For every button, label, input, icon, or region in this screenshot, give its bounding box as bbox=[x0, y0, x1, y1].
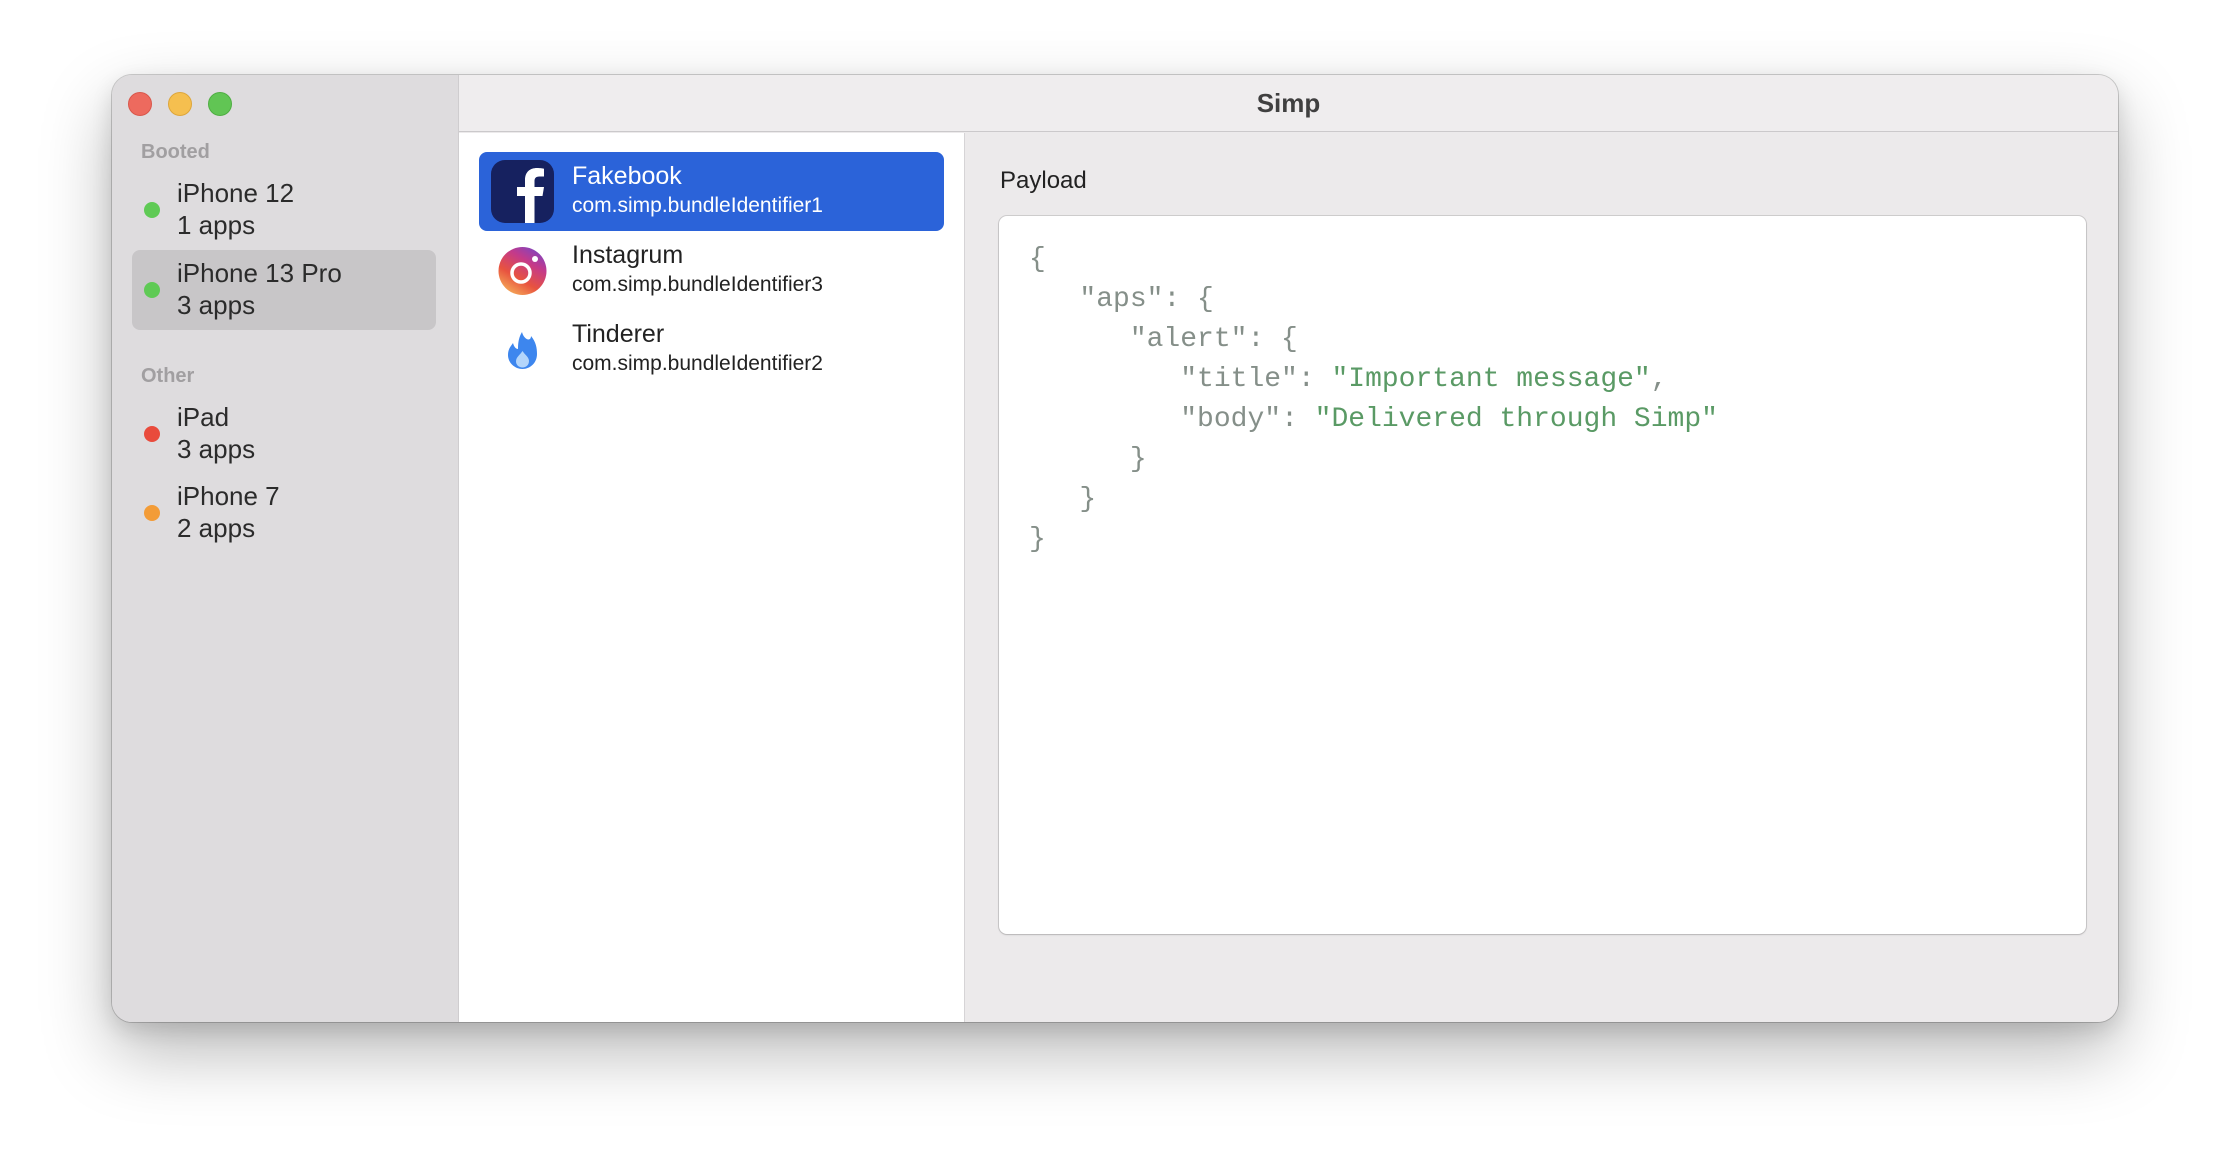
payload-line: "alert": { bbox=[1029, 320, 2086, 360]
payload-pane: Payload { "aps": { "alert": { "title": "… bbox=[966, 133, 2118, 1022]
json-punctuation: : { bbox=[1247, 324, 1298, 355]
device-name: iPhone 12 bbox=[177, 178, 295, 208]
json-punctuation: : bbox=[1297, 364, 1332, 395]
json-punctuation: , bbox=[1650, 364, 1668, 395]
app-row-tinderer[interactable]: Tinderer com.simp.bundleIdentifier2 bbox=[479, 310, 944, 389]
payload-label: Payload bbox=[1000, 167, 1087, 194]
app-name: Instagrum bbox=[572, 241, 684, 269]
status-dot-icon bbox=[144, 505, 160, 521]
payload-line: { bbox=[1029, 240, 2086, 280]
json-punctuation: : { bbox=[1163, 284, 1214, 315]
section-header-other: Other bbox=[141, 365, 195, 387]
device-name: iPhone 7 bbox=[177, 481, 280, 511]
payload-line: "body": "Delivered through Simp" bbox=[1029, 400, 2086, 440]
payload-line: } bbox=[1029, 440, 2086, 480]
title-bar: Simp bbox=[459, 75, 2118, 132]
app-bundle-id: com.simp.bundleIdentifier2 bbox=[572, 352, 823, 375]
status-dot-icon bbox=[144, 282, 160, 298]
flame-icon bbox=[508, 332, 537, 369]
json-string-value: "Important message" bbox=[1331, 364, 1651, 395]
device-row-ipad[interactable]: iPad 3 apps bbox=[132, 394, 436, 474]
status-dot-icon bbox=[144, 202, 160, 218]
facebook-icon bbox=[491, 160, 554, 223]
minimize-window-button[interactable] bbox=[168, 92, 192, 116]
json-punctuation: { bbox=[1029, 244, 1046, 275]
device-row-iphone-13-pro[interactable]: iPhone 13 Pro 3 apps bbox=[132, 250, 436, 330]
device-app-count: 1 apps bbox=[177, 210, 256, 240]
payload-line: "aps": { bbox=[1029, 280, 2086, 320]
app-bundle-id: com.simp.bundleIdentifier1 bbox=[572, 194, 823, 217]
json-key: "aps" bbox=[1079, 284, 1164, 315]
app-name: Tinderer bbox=[572, 320, 665, 348]
payload-line: "title": "Important message", bbox=[1029, 360, 2086, 400]
json-key: "alert" bbox=[1129, 324, 1248, 355]
payload-line: } bbox=[1029, 520, 2086, 560]
app-bundle-id: com.simp.bundleIdentifier3 bbox=[572, 273, 823, 296]
payload-line: } bbox=[1029, 480, 2086, 520]
device-row-iphone-12[interactable]: iPhone 12 1 apps bbox=[132, 170, 436, 250]
section-header-booted: Booted bbox=[141, 141, 210, 163]
json-key: "title" bbox=[1180, 364, 1298, 395]
device-sidebar: Booted iPhone 12 1 apps iPhone 13 Pro 3 … bbox=[112, 75, 459, 1022]
json-punctuation: } bbox=[1029, 524, 1046, 555]
device-app-count: 3 apps bbox=[177, 290, 256, 320]
window-title: Simp bbox=[1256, 88, 1321, 118]
json-punctuation: } bbox=[1129, 444, 1147, 475]
app-row-fakebook[interactable]: Fakebook com.simp.bundleIdentifier1 bbox=[479, 152, 944, 231]
payload-editor[interactable]: { "aps": { "alert": { "title": "Importan… bbox=[999, 216, 2086, 934]
app-name: Fakebook bbox=[572, 162, 682, 190]
simp-window: Booted iPhone 12 1 apps iPhone 13 Pro 3 … bbox=[112, 75, 2118, 1022]
device-name: iPhone 13 Pro bbox=[177, 258, 342, 288]
json-string-value: "Delivered through Simp" bbox=[1314, 404, 1718, 435]
json-punctuation: : bbox=[1281, 404, 1315, 435]
zoom-window-button[interactable] bbox=[208, 92, 232, 116]
json-punctuation: } bbox=[1079, 484, 1097, 515]
close-window-button[interactable] bbox=[128, 92, 152, 116]
device-app-count: 3 apps bbox=[177, 434, 256, 464]
app-list: Fakebook com.simp.bundleIdentifier1 Inst… bbox=[459, 133, 965, 1022]
app-row-instagrum[interactable]: Instagrum com.simp.bundleIdentifier3 bbox=[479, 231, 944, 310]
device-name: iPad bbox=[177, 402, 230, 432]
device-row-iphone-7[interactable]: iPhone 7 2 apps bbox=[132, 473, 436, 553]
device-app-count: 2 apps bbox=[177, 513, 256, 543]
status-dot-icon bbox=[144, 426, 160, 442]
instagram-icon bbox=[498, 247, 547, 295]
json-key: "body" bbox=[1180, 404, 1282, 435]
